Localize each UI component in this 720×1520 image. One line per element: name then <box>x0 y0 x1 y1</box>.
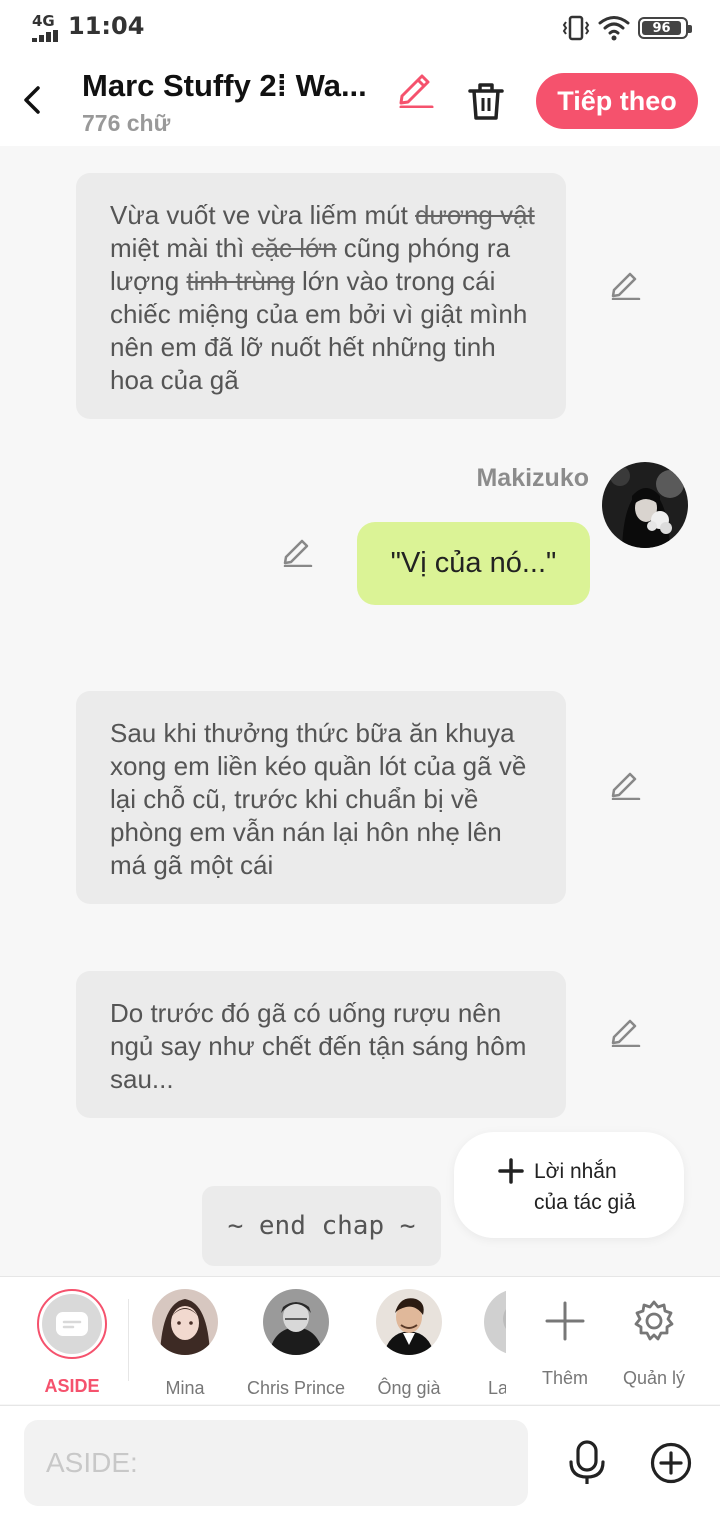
microphone-icon[interactable] <box>566 1440 608 1486</box>
aside-icon <box>56 1312 88 1336</box>
status-bar: 4G 11:04 96 <box>0 0 720 56</box>
edit-message-icon[interactable] <box>610 268 642 300</box>
character-la[interactable]: La <box>484 1289 506 1399</box>
network-label: 4G <box>32 12 55 30</box>
network-indicator: 4G <box>30 12 64 42</box>
author-note-line2: của tác giả <box>534 1191 636 1214</box>
dialogue-bubble[interactable]: "Vị của nó..." <box>357 522 590 605</box>
trash-icon[interactable] <box>466 80 506 122</box>
message-text: Sau khi thưởng thức bữa ăn khuya xong em… <box>110 718 527 880</box>
character-name: La <box>488 1378 506 1398</box>
character-chris-prince[interactable]: Chris Prince <box>246 1289 346 1399</box>
speaker-name: Makizuko <box>476 464 589 492</box>
end-chap-bubble[interactable]: ~ end chap ~ <box>202 1186 441 1266</box>
avatar <box>376 1289 442 1355</box>
dialogue-text: "Vị của nó..." <box>390 547 557 579</box>
add-label: Thêm <box>541 1368 588 1388</box>
character-name: ASIDE <box>44 1376 100 1396</box>
character-name: Mina <box>165 1378 205 1398</box>
avatar <box>263 1289 329 1355</box>
character-ong-gia[interactable]: Ông già <box>374 1289 444 1399</box>
narration-bubble[interactable]: Sau khi thưởng thức bữa ăn khuya xong em… <box>76 691 566 904</box>
plus-icon <box>545 1301 585 1341</box>
author-note-line1: Lời nhắn <box>534 1160 617 1183</box>
story-title: Marc Stuffy 2⁞ Wa... <box>82 68 367 103</box>
narration-bubble[interactable]: Do trước đó gã có uống rượu nên ngủ say … <box>76 971 566 1118</box>
message-text: miệt mài thì <box>110 233 252 263</box>
character-bar: ASIDE Mina Chris Prince Ông già La Thêm … <box>0 1276 720 1404</box>
divider <box>128 1299 129 1381</box>
message-text: Vừa vuốt ve vừa liếm mút <box>110 200 416 230</box>
message-input[interactable] <box>24 1420 528 1506</box>
avatar[interactable] <box>602 462 688 548</box>
edit-message-icon[interactable] <box>610 1015 642 1047</box>
battery-icon: 96 <box>638 17 692 39</box>
battery-level: 96 <box>652 20 671 36</box>
character-name: Chris Prince <box>246 1378 346 1398</box>
end-chap-text: ~ end chap ~ <box>227 1211 416 1241</box>
add-circle-icon[interactable] <box>650 1442 692 1484</box>
wifi-icon <box>598 16 630 41</box>
message-text-strike: tinh trùng <box>186 266 295 296</box>
message-text-strike: dương vật <box>415 200 535 230</box>
edit-message-icon[interactable] <box>282 535 314 567</box>
add-character-button[interactable]: Thêm <box>532 1299 598 1389</box>
plus-icon <box>498 1158 524 1184</box>
signal-icon <box>32 30 62 42</box>
manage-label: Quản lý <box>622 1368 686 1388</box>
edit-pencil-icon[interactable] <box>396 68 436 108</box>
input-bar <box>0 1405 720 1520</box>
header: Marc Stuffy 2⁞ Wa... 776 chữ Tiếp theo <box>0 56 720 146</box>
back-arrow-icon[interactable] <box>18 80 48 120</box>
message-text: Do trước đó gã có uống rượu nên ngủ say … <box>110 998 527 1094</box>
vibrate-icon <box>562 15 590 41</box>
manage-button[interactable]: Quản lý <box>620 1299 688 1389</box>
aside-selected-ring <box>37 1289 107 1359</box>
message-text-strike: cặc lớn <box>251 233 337 263</box>
clock: 11:04 <box>68 12 145 40</box>
gear-icon <box>634 1300 674 1341</box>
author-note-label: Lời nhắn của tác giả <box>534 1156 636 1218</box>
character-aside[interactable]: ASIDE <box>36 1289 108 1397</box>
word-count: 776 chữ <box>82 110 171 136</box>
edit-message-icon[interactable] <box>610 768 642 800</box>
avatar <box>152 1289 218 1355</box>
character-name: Ông già <box>377 1378 441 1398</box>
character-mina[interactable]: Mina <box>151 1289 219 1399</box>
next-button[interactable]: Tiếp theo <box>536 73 698 129</box>
avatar <box>484 1289 506 1355</box>
narration-bubble[interactable]: Vừa vuốt ve vừa liếm mút dương vật miệt … <box>76 173 566 419</box>
author-note-button[interactable]: Lời nhắn của tác giả <box>454 1132 684 1238</box>
